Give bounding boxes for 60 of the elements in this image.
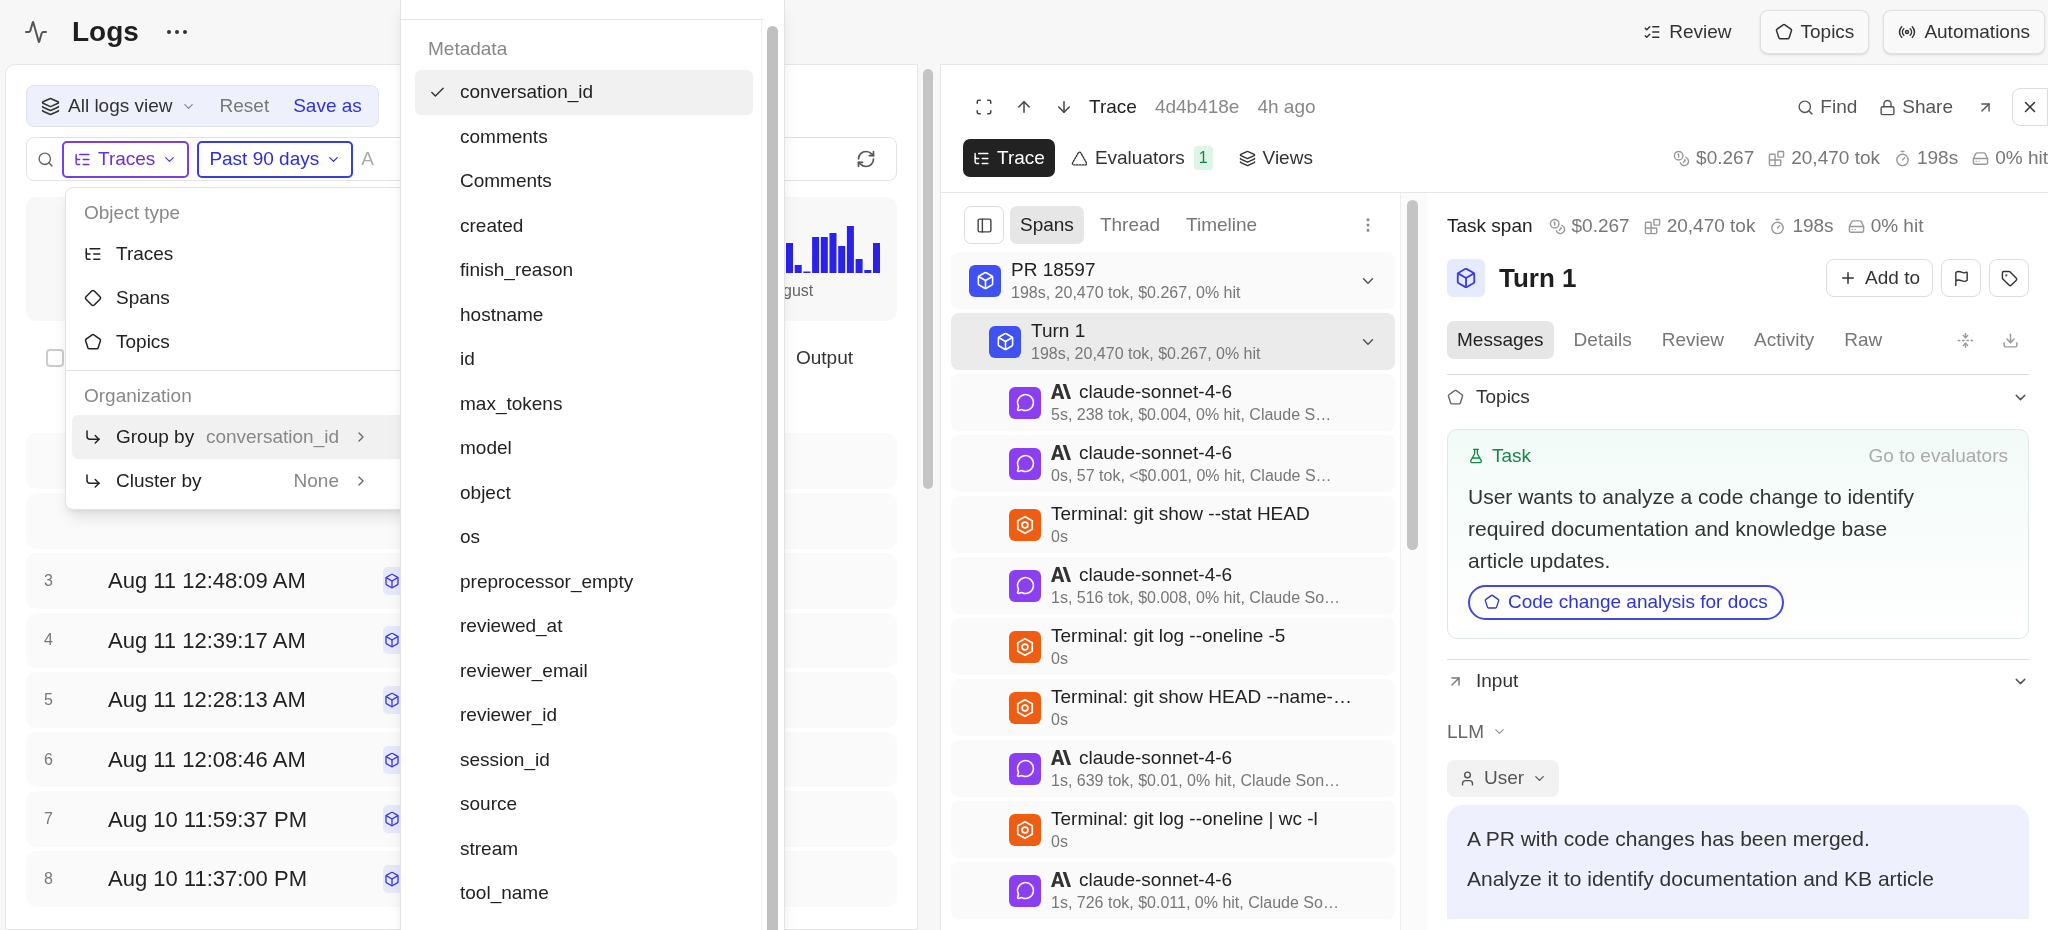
- span-meta: 0s: [1051, 831, 1069, 852]
- span-meta: 1s, 726 tok, $0.011, 0% hit, Claude So…: [1051, 892, 1340, 913]
- task-description: User wants to analyze a code change to identify required documentation and knowledge base article updates.: [1468, 483, 1915, 574]
- timestamp: Aug 11 12:08:46 AM: [108, 746, 307, 775]
- timestamp: Aug 11 12:48:09 AM: [108, 567, 307, 596]
- page-title: Logs: [72, 15, 139, 49]
- column-header: Output: [795, 345, 855, 370]
- span-meta: 0s: [1051, 526, 1069, 547]
- timestamp: Aug 10 11:59:37 PM: [108, 805, 308, 834]
- timestamp: Aug 11 12:28:13 AM: [108, 686, 307, 715]
- menu-heading: Metadata: [427, 36, 509, 61]
- timestamp: Aug 10 11:37:00 PM: [108, 865, 308, 894]
- trace-age: 4h ago: [1257, 94, 1316, 119]
- span-name: Terminal: git log --oneline -5: [1051, 623, 1286, 648]
- count-badge: 1: [1193, 146, 1213, 170]
- stat-value: $0.267: [1571, 213, 1630, 238]
- menu-heading: Organization: [83, 383, 193, 408]
- row-number: 6: [43, 749, 54, 770]
- span-title: Turn 1: [1499, 261, 1577, 295]
- span-meta: 198s, 20,470 tok, $0.267, 0% hit: [1011, 282, 1242, 303]
- span-name: claude-sonnet-4-6: [1079, 379, 1233, 404]
- span-name: claude-sonnet-4-6: [1079, 562, 1233, 587]
- stat-value: 20,470 tok: [1666, 213, 1756, 238]
- menu-heading: Object type: [83, 200, 182, 225]
- task-label: Task: [1492, 444, 1532, 468]
- span-type: Task span: [1447, 213, 1533, 238]
- trace-label: Trace: [1089, 94, 1137, 119]
- stat-value: 0% hit: [1995, 145, 2048, 170]
- span-name: claude-sonnet-4-6: [1079, 745, 1233, 770]
- stat-value: 198s: [1792, 213, 1834, 238]
- span-name: claude-sonnet-4-6: [1079, 440, 1233, 465]
- filter-text: A: [361, 146, 374, 171]
- menu-item-value: None: [293, 468, 339, 493]
- message-text: A PR with code changes has been merged.: [1467, 826, 1871, 852]
- span-meta: 1s, 516 tok, $0.008, 0% hit, Claude So…: [1051, 587, 1342, 608]
- span-name: claude-sonnet-4-6: [1079, 867, 1233, 892]
- row-number: 8: [43, 868, 54, 889]
- stat-value: 0% hit: [1870, 213, 1924, 238]
- trace-id: 4d4b418e: [1154, 94, 1240, 119]
- timestamp: Aug 11 12:39:17 AM: [108, 626, 307, 655]
- span-meta: 0s: [1051, 709, 1069, 730]
- span-meta: 1s, 639 tok, $0.01, 0% hit, Claude Son…: [1051, 770, 1342, 791]
- span-meta: 0s: [1051, 648, 1069, 669]
- row-number: 5: [43, 690, 54, 710]
- span-meta: 198s, 20,470 tok, $0.267, 0% hit: [1031, 343, 1262, 364]
- span-meta: 5s, 238 tok, $0.004, 0% hit, Claude S…: [1051, 404, 1333, 425]
- stat-value: $0.267: [1696, 145, 1755, 170]
- span-name: Terminal: git log --oneline | wc -l: [1051, 806, 1318, 831]
- span-meta: 0s, 57 tok, <$0.001, 0% hit, Claude S…: [1051, 465, 1333, 486]
- row-number: 4: [43, 630, 54, 651]
- span-name: Terminal: git show --stat HEAD: [1051, 501, 1310, 526]
- menu-item-value: conversation_id: [205, 424, 339, 450]
- span-name: Terminal: git show HEAD --name-…: [1051, 684, 1352, 709]
- span-name: PR 18597: [1011, 257, 1096, 282]
- span-name: Turn 1: [1031, 318, 1086, 343]
- stat-value: 20,470 tok: [1791, 145, 1880, 170]
- row-number: 7: [43, 809, 54, 830]
- stat-value: 198s: [1917, 145, 1959, 170]
- message-text: Analyze it to identify documentation and KB article: [1467, 866, 1935, 892]
- row-number: 3: [43, 570, 54, 591]
